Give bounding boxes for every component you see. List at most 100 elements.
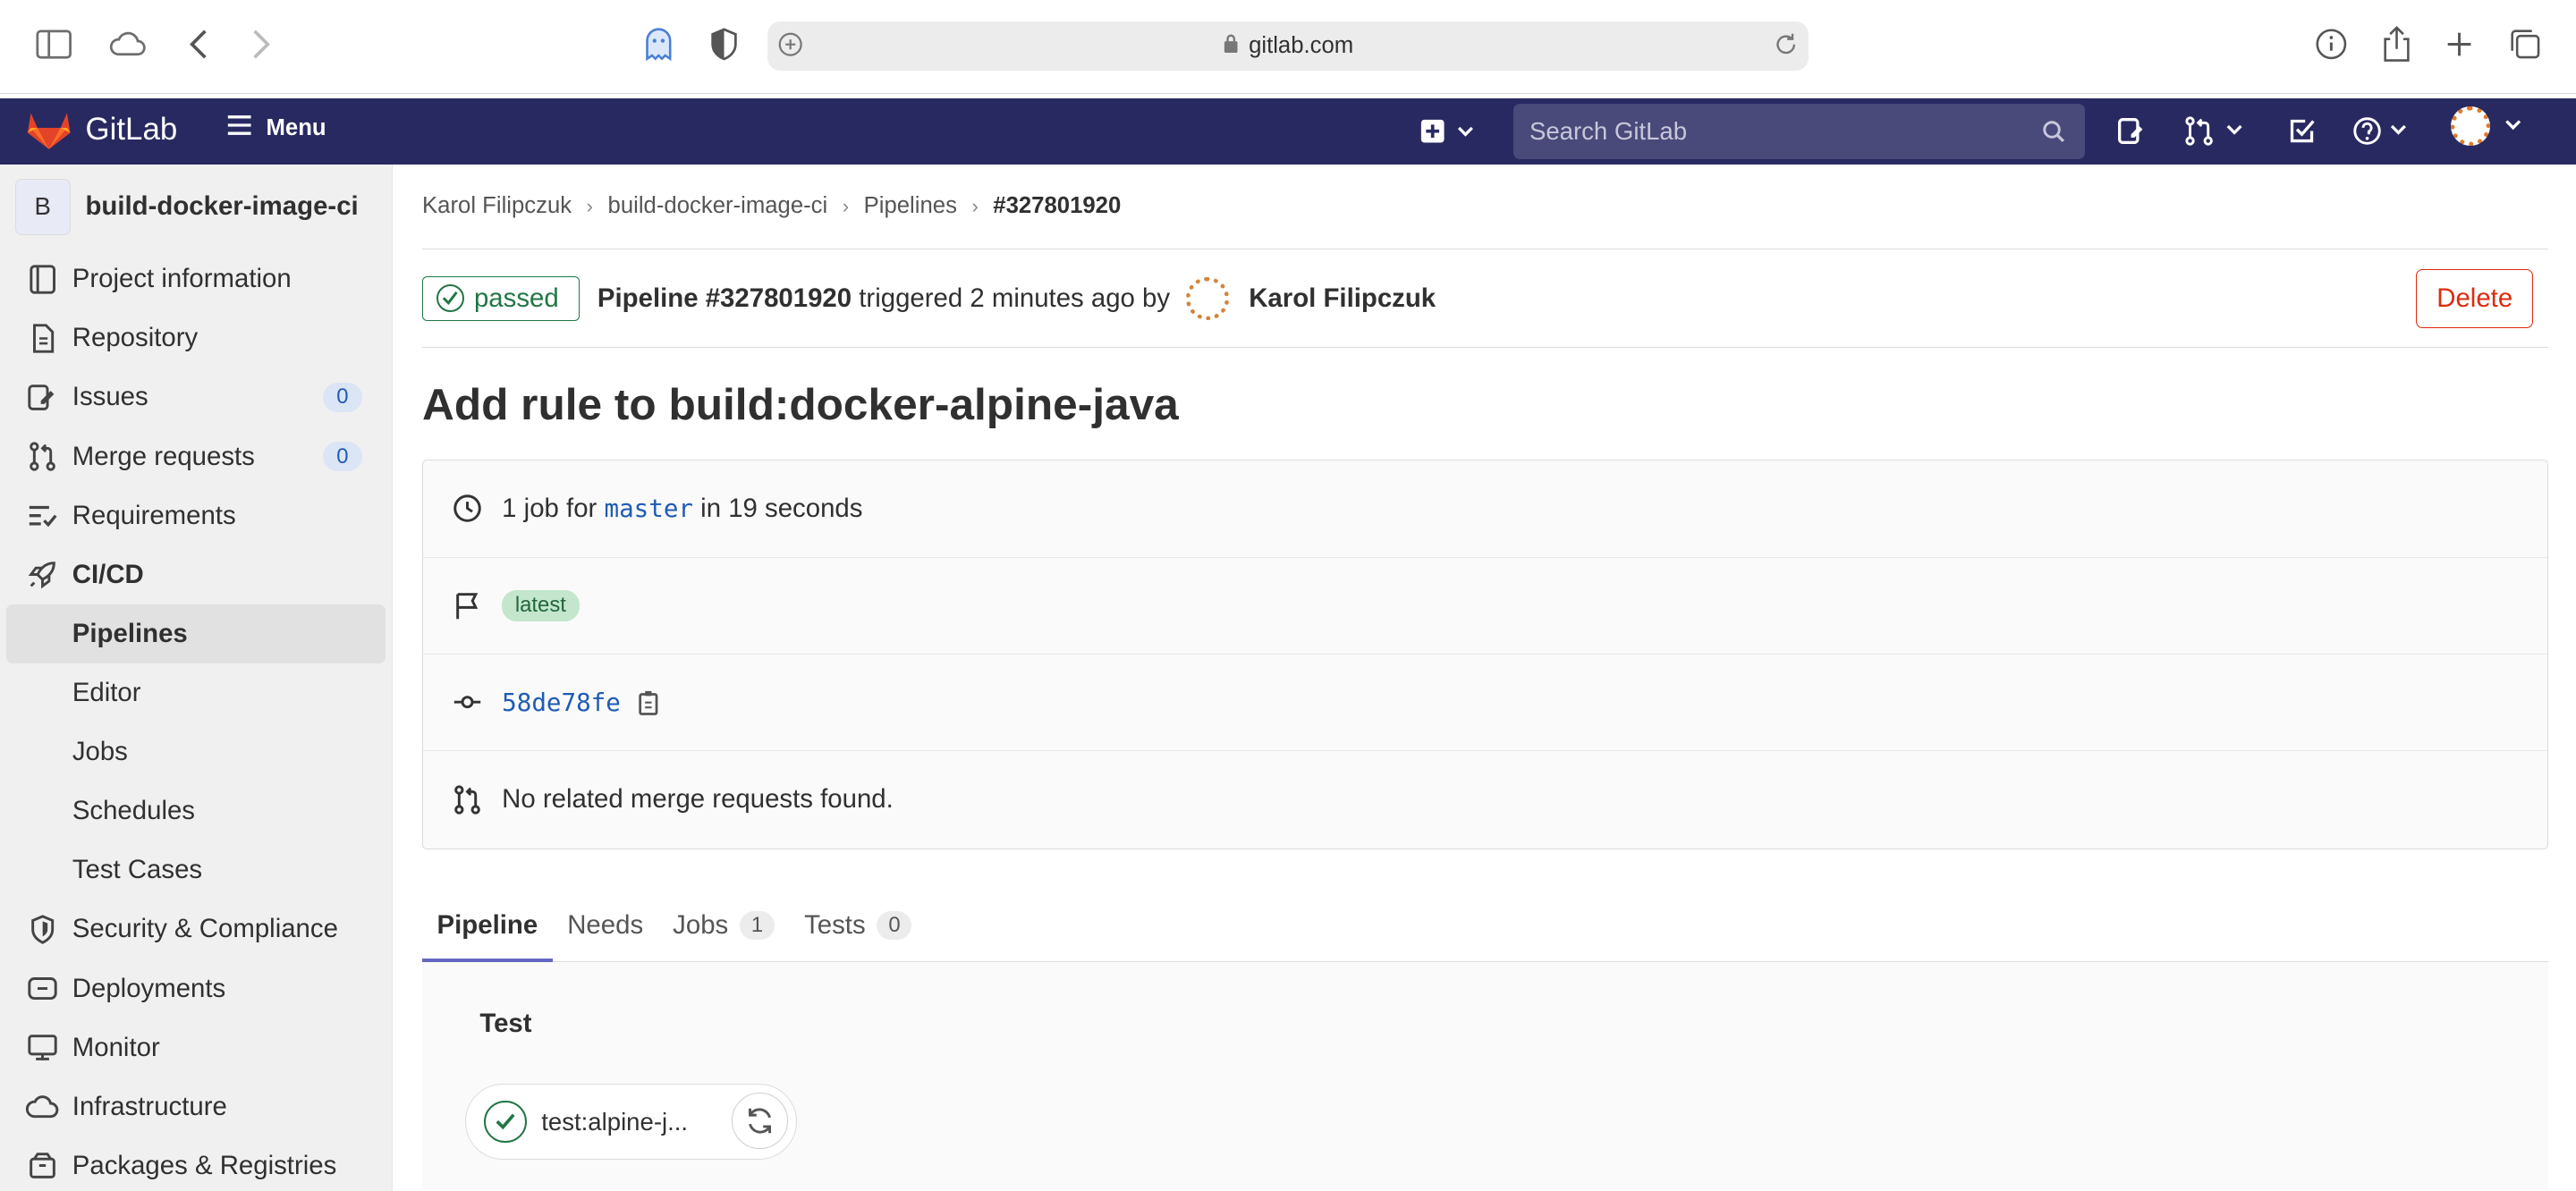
sidebar-item-project-information[interactable]: Project information: [0, 249, 392, 308]
retry-button[interactable]: [732, 1093, 788, 1149]
chevron-down-icon: [2505, 120, 2521, 131]
info-row-badges: latest: [423, 558, 2547, 655]
sidebar-item-deployments[interactable]: Deployments: [0, 959, 392, 1018]
deployments-icon: [26, 972, 59, 1005]
job-item[interactable]: test:alpine-j...: [464, 1084, 797, 1160]
monitor-icon: [26, 1031, 59, 1064]
breadcrumb: Karol Filipczuk › build-docker-image-ci …: [422, 165, 2548, 250]
create-new-dropdown[interactable]: [1419, 115, 1479, 148]
info-icon[interactable]: [2313, 26, 2349, 62]
breadcrumb-item[interactable]: Karol Filipczuk: [422, 193, 572, 219]
sidebar-item-label: Merge requests: [72, 441, 255, 471]
copy-icon[interactable]: [637, 689, 660, 715]
search-input[interactable]: Search GitLab: [1513, 103, 2085, 160]
sidebar-item-issues[interactable]: Issues 0: [0, 367, 392, 427]
breadcrumb-item[interactable]: build-docker-image-ci: [608, 193, 828, 219]
job-name: test:alpine-j...: [541, 1107, 689, 1136]
tab-pipeline[interactable]: Pipeline: [422, 890, 554, 964]
tab-overview-icon[interactable]: [2507, 26, 2543, 62]
info-row-commit: 58de78fe: [423, 655, 2547, 752]
pipeline-user[interactable]: Karol Filipczuk: [1249, 283, 1436, 314]
pipeline-triggered: triggered 2 minutes ago by: [859, 283, 1171, 313]
pipeline-tabs: Pipeline Needs Jobs 1 Tests 0: [422, 890, 2548, 964]
user-avatar[interactable]: [1186, 276, 1230, 320]
user-menu-dropdown[interactable]: [2451, 106, 2533, 147]
sidebar-subitem-test-cases[interactable]: Test Cases: [0, 840, 392, 900]
sidebar-item-repository[interactable]: Repository: [0, 308, 392, 367]
share-icon[interactable]: [2379, 26, 2415, 63]
sidebar-item-label: Packages & Registries: [72, 1150, 337, 1180]
issues-nav-icon[interactable]: [2116, 115, 2146, 148]
merge-request-icon: [451, 783, 484, 816]
project-info-icon: [26, 263, 59, 296]
icloud-tabs-icon[interactable]: [108, 26, 148, 62]
reload-icon[interactable]: [1773, 31, 1799, 63]
sidebar-item-merge-requests[interactable]: Merge requests 0: [0, 427, 392, 486]
sidebar-item-monitor[interactable]: Monitor: [0, 1018, 392, 1077]
branch-link[interactable]: master: [604, 494, 693, 523]
commit-sha-link[interactable]: 58de78fe: [502, 688, 621, 717]
menu-button[interactable]: Menu: [226, 115, 326, 141]
tab-label: Tests: [804, 909, 866, 940]
sidebar-subitem-schedules[interactable]: Schedules: [0, 781, 392, 840]
latest-badge: latest: [502, 589, 580, 621]
sidebar-item-label: Deployments: [72, 973, 226, 1003]
sidebar-toggle-icon[interactable]: [36, 26, 72, 62]
gitlab-brand: GitLab: [85, 112, 178, 148]
tab-needs[interactable]: Needs: [553, 890, 658, 962]
cloud-icon: [26, 1090, 59, 1123]
jobs-prefix: 1 job for: [502, 493, 597, 523]
sidebar-subitem-jobs[interactable]: Jobs: [0, 722, 392, 781]
pipeline-graph: Test test:alpine-j...: [422, 962, 2548, 1189]
sidebar-subitem-pipelines[interactable]: Pipelines: [6, 604, 386, 663]
todos-icon[interactable]: [2287, 115, 2317, 148]
new-tab-icon[interactable]: [2441, 26, 2477, 62]
tab-tests[interactable]: Tests 0: [790, 890, 927, 962]
sidebar-item-label: Project information: [72, 264, 292, 294]
sidebar-item-packages-registries[interactable]: Packages & Registries: [0, 1136, 392, 1191]
pipeline-summary: Pipeline #327801920 triggered 2 minutes …: [597, 283, 1170, 314]
pipeline-id: Pipeline #327801920: [597, 283, 852, 313]
page-title: Add rule to build:docker-alpine-java: [422, 378, 1179, 429]
merge-requests-nav-icon[interactable]: [2185, 115, 2248, 148]
breadcrumb-item[interactable]: Pipelines: [864, 193, 957, 219]
sidebar-item-requirements[interactable]: Requirements: [0, 486, 392, 545]
tab-jobs[interactable]: Jobs 1: [658, 890, 790, 962]
main-content: Karol Filipczuk › build-docker-image-ci …: [422, 165, 2548, 1189]
no-mr-text: No related merge requests found.: [502, 784, 894, 815]
back-icon[interactable]: [181, 26, 216, 62]
url-text: gitlab.com: [1249, 32, 1354, 58]
help-dropdown[interactable]: [2352, 115, 2411, 148]
package-icon: [26, 1149, 59, 1182]
status-badge[interactable]: passed: [422, 275, 580, 321]
sidebar-project-header[interactable]: B build-docker-image-ci: [0, 165, 392, 250]
commit-icon: [451, 686, 484, 719]
chevron-right-icon: ›: [586, 194, 594, 217]
delete-button[interactable]: Delete: [2416, 269, 2534, 329]
project-name: build-docker-image-ci: [85, 191, 359, 222]
chevron-right-icon: ›: [842, 194, 850, 217]
add-page-icon[interactable]: [777, 31, 803, 63]
sidebar-item-security-compliance[interactable]: Security & Compliance: [0, 900, 392, 959]
issues-icon: [26, 381, 59, 414]
merge-requests-count-badge: 0: [322, 442, 362, 472]
shield-icon: [26, 913, 59, 946]
duration-text: in 19 seconds: [700, 493, 863, 523]
address-bar[interactable]: gitlab.com: [767, 21, 1809, 71]
clock-icon: [451, 493, 484, 526]
gitlab-logo[interactable]: GitLab: [26, 108, 177, 151]
privacy-shield-icon[interactable]: [707, 26, 742, 62]
repository-icon: [26, 322, 59, 355]
menu-label: Menu: [266, 114, 326, 140]
tab-label: Pipeline: [436, 909, 538, 940]
gitlab-tanuki-icon: [28, 113, 71, 150]
breadcrumb-current[interactable]: #327801920: [993, 193, 1121, 219]
sidebar-item-cicd[interactable]: CI/CD: [0, 545, 392, 604]
sidebar-subitem-editor[interactable]: Editor: [0, 663, 392, 722]
ghost-extension-icon[interactable]: [640, 26, 676, 62]
forward-icon[interactable]: [243, 26, 279, 62]
job-success-icon: [483, 1100, 527, 1144]
info-row-merge-requests: No related merge requests found.: [423, 751, 2547, 848]
gitlab-top-nav: GitLab Menu Search GitLab: [0, 98, 2576, 165]
sidebar-item-infrastructure[interactable]: Infrastructure: [0, 1077, 392, 1136]
